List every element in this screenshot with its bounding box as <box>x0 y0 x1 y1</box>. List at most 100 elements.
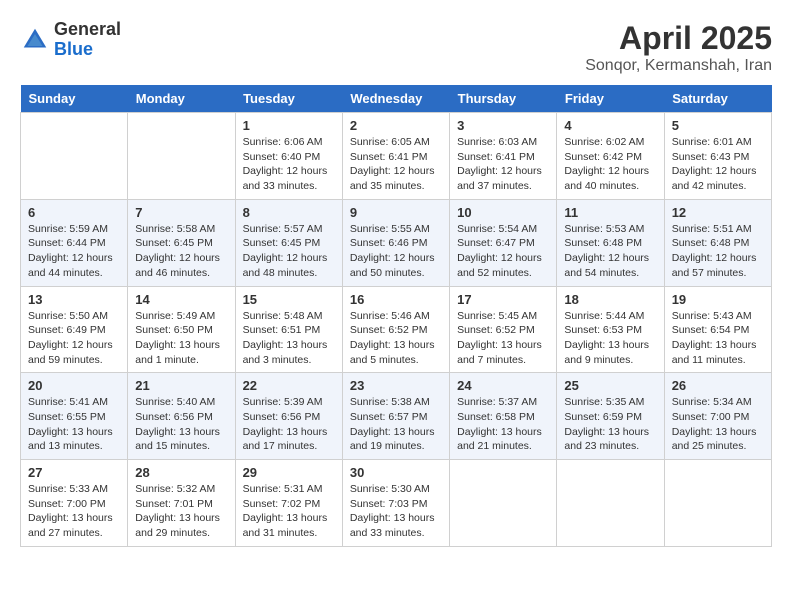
day-info: Sunrise: 5:40 AMSunset: 6:56 PMDaylight:… <box>135 395 227 454</box>
day-number: 17 <box>457 292 549 307</box>
logo-text: General Blue <box>54 20 121 60</box>
table-row: 12 Sunrise: 5:51 AMSunset: 6:48 PMDayligh… <box>664 199 771 286</box>
day-number: 18 <box>564 292 656 307</box>
day-info: Sunrise: 5:43 AMSunset: 6:54 PMDaylight:… <box>672 309 764 368</box>
table-row: 20 Sunrise: 5:41 AMSunset: 6:55 PMDayligh… <box>21 373 128 460</box>
day-info: Sunrise: 5:51 AMSunset: 6:48 PMDaylight:… <box>672 222 764 281</box>
day-number: 29 <box>243 465 335 480</box>
table-row: 13Sunrise: 5:50 AMSunset: 6:49 PMDayligh… <box>21 286 128 373</box>
col-saturday: Saturday <box>664 85 771 113</box>
day-number: 26 <box>672 378 764 393</box>
day-number: 14 <box>135 292 227 307</box>
logo-general: General <box>54 19 121 39</box>
table-row: 9 Sunrise: 5:55 AMSunset: 6:46 PMDaylight… <box>342 199 449 286</box>
day-number: 30 <box>350 465 442 480</box>
table-row: 8 Sunrise: 5:57 AMSunset: 6:45 PMDaylight… <box>235 199 342 286</box>
day-info: Sunrise: 5:46 AMSunset: 6:52 PMDaylight:… <box>350 309 442 368</box>
table-row <box>21 113 128 200</box>
day-number: 11 <box>564 205 656 220</box>
day-number: 13 <box>28 292 120 307</box>
table-row: 17 Sunrise: 5:45 AMSunset: 6:52 PMDayligh… <box>450 286 557 373</box>
day-number: 22 <box>243 378 335 393</box>
day-number: 19 <box>672 292 764 307</box>
table-row: 3Sunrise: 6:03 AMSunset: 6:41 PMDaylight… <box>450 113 557 200</box>
day-info: Sunrise: 5:59 AMSunset: 6:44 PMDaylight:… <box>28 222 120 281</box>
day-info: Sunrise: 5:58 AMSunset: 6:45 PMDaylight:… <box>135 222 227 281</box>
col-monday: Monday <box>128 85 235 113</box>
calendar-week-row: 20 Sunrise: 5:41 AMSunset: 6:55 PMDayligh… <box>21 373 772 460</box>
day-number: 24 <box>457 378 549 393</box>
table-row: 29Sunrise: 5:31 AMSunset: 7:02 PMDayligh… <box>235 460 342 547</box>
table-row: 2Sunrise: 6:05 AMSunset: 6:41 PMDaylight… <box>342 113 449 200</box>
page-header: General Blue April 2025 Sonqor, Kermansh… <box>20 20 772 75</box>
month-title: April 2025 <box>585 20 772 57</box>
table-row: 21 Sunrise: 5:40 AMSunset: 6:56 PMDayligh… <box>128 373 235 460</box>
table-row: 19 Sunrise: 5:43 AMSunset: 6:54 PMDayligh… <box>664 286 771 373</box>
day-number: 6 <box>28 205 120 220</box>
table-row: 16 Sunrise: 5:46 AMSunset: 6:52 PMDayligh… <box>342 286 449 373</box>
calendar-header-row: Sunday Monday Tuesday Wednesday Thursday… <box>21 85 772 113</box>
day-info: Sunrise: 5:33 AMSunset: 7:00 PMDaylight:… <box>28 482 120 541</box>
day-info: Sunrise: 5:49 AMSunset: 6:50 PMDaylight:… <box>135 309 227 368</box>
col-thursday: Thursday <box>450 85 557 113</box>
table-row: 22 Sunrise: 5:39 AMSunset: 6:56 PMDayligh… <box>235 373 342 460</box>
table-row <box>128 113 235 200</box>
day-number: 10 <box>457 205 549 220</box>
calendar-week-row: 6 Sunrise: 5:59 AMSunset: 6:44 PMDaylight… <box>21 199 772 286</box>
day-number: 4 <box>564 118 656 133</box>
day-number: 25 <box>564 378 656 393</box>
day-number: 15 <box>243 292 335 307</box>
col-tuesday: Tuesday <box>235 85 342 113</box>
table-row: 5Sunrise: 6:01 AMSunset: 6:43 PMDaylight… <box>664 113 771 200</box>
table-row: 24 Sunrise: 5:37 AMSunset: 6:58 PMDayligh… <box>450 373 557 460</box>
table-row: 10 Sunrise: 5:54 AMSunset: 6:47 PMDayligh… <box>450 199 557 286</box>
table-row <box>664 460 771 547</box>
table-row <box>450 460 557 547</box>
table-row: 14 Sunrise: 5:49 AMSunset: 6:50 PMDayligh… <box>128 286 235 373</box>
table-row: 6 Sunrise: 5:59 AMSunset: 6:44 PMDaylight… <box>21 199 128 286</box>
table-row <box>557 460 664 547</box>
day-number: 23 <box>350 378 442 393</box>
day-number: 8 <box>243 205 335 220</box>
day-number: 2 <box>350 118 442 133</box>
table-row: 23Sunrise: 5:38 AMSunset: 6:57 PMDayligh… <box>342 373 449 460</box>
day-info: Sunrise: 5:30 AMSunset: 7:03 PMDaylight:… <box>350 482 442 541</box>
table-row: 4 Sunrise: 6:02 AMSunset: 6:42 PMDaylight… <box>557 113 664 200</box>
day-info: Sunrise: 5:48 AMSunset: 6:51 PMDaylight:… <box>243 309 335 368</box>
day-info: Sunrise: 5:54 AMSunset: 6:47 PMDaylight:… <box>457 222 549 281</box>
logo: General Blue <box>20 20 121 60</box>
title-area: April 2025 Sonqor, Kermanshah, Iran <box>585 20 772 75</box>
day-info: Sunrise: 5:53 AMSunset: 6:48 PMDaylight:… <box>564 222 656 281</box>
logo-icon <box>20 25 50 55</box>
col-friday: Friday <box>557 85 664 113</box>
day-info: Sunrise: 5:55 AMSunset: 6:46 PMDaylight:… <box>350 222 442 281</box>
location-subtitle: Sonqor, Kermanshah, Iran <box>585 57 772 75</box>
day-number: 20 <box>28 378 120 393</box>
calendar-week-row: 1Sunrise: 6:06 AMSunset: 6:40 PMDaylight… <box>21 113 772 200</box>
day-number: 9 <box>350 205 442 220</box>
day-number: 28 <box>135 465 227 480</box>
day-info: Sunrise: 5:57 AMSunset: 6:45 PMDaylight:… <box>243 222 335 281</box>
day-info: Sunrise: 5:39 AMSunset: 6:56 PMDaylight:… <box>243 395 335 454</box>
day-info: Sunrise: 6:02 AMSunset: 6:42 PMDaylight:… <box>564 135 656 194</box>
table-row: 11 Sunrise: 5:53 AMSunset: 6:48 PMDayligh… <box>557 199 664 286</box>
table-row: 7 Sunrise: 5:58 AMSunset: 6:45 PMDaylight… <box>128 199 235 286</box>
day-info: Sunrise: 5:37 AMSunset: 6:58 PMDaylight:… <box>457 395 549 454</box>
day-info: Sunrise: 5:45 AMSunset: 6:52 PMDaylight:… <box>457 309 549 368</box>
logo-blue: Blue <box>54 39 93 59</box>
day-number: 21 <box>135 378 227 393</box>
table-row: 25 Sunrise: 5:35 AMSunset: 6:59 PMDayligh… <box>557 373 664 460</box>
day-info: Sunrise: 6:06 AMSunset: 6:40 PMDaylight:… <box>243 135 335 194</box>
day-number: 12 <box>672 205 764 220</box>
table-row: 26Sunrise: 5:34 AMSunset: 7:00 PMDayligh… <box>664 373 771 460</box>
day-number: 27 <box>28 465 120 480</box>
day-number: 7 <box>135 205 227 220</box>
table-row: 18Sunrise: 5:44 AMSunset: 6:53 PMDayligh… <box>557 286 664 373</box>
day-info: Sunrise: 5:41 AMSunset: 6:55 PMDaylight:… <box>28 395 120 454</box>
table-row: 15 Sunrise: 5:48 AMSunset: 6:51 PMDayligh… <box>235 286 342 373</box>
day-info: Sunrise: 6:01 AMSunset: 6:43 PMDaylight:… <box>672 135 764 194</box>
day-info: Sunrise: 5:35 AMSunset: 6:59 PMDaylight:… <box>564 395 656 454</box>
table-row: 27 Sunrise: 5:33 AMSunset: 7:00 PMDayligh… <box>21 460 128 547</box>
day-info: Sunrise: 6:03 AMSunset: 6:41 PMDaylight:… <box>457 135 549 194</box>
day-number: 16 <box>350 292 442 307</box>
